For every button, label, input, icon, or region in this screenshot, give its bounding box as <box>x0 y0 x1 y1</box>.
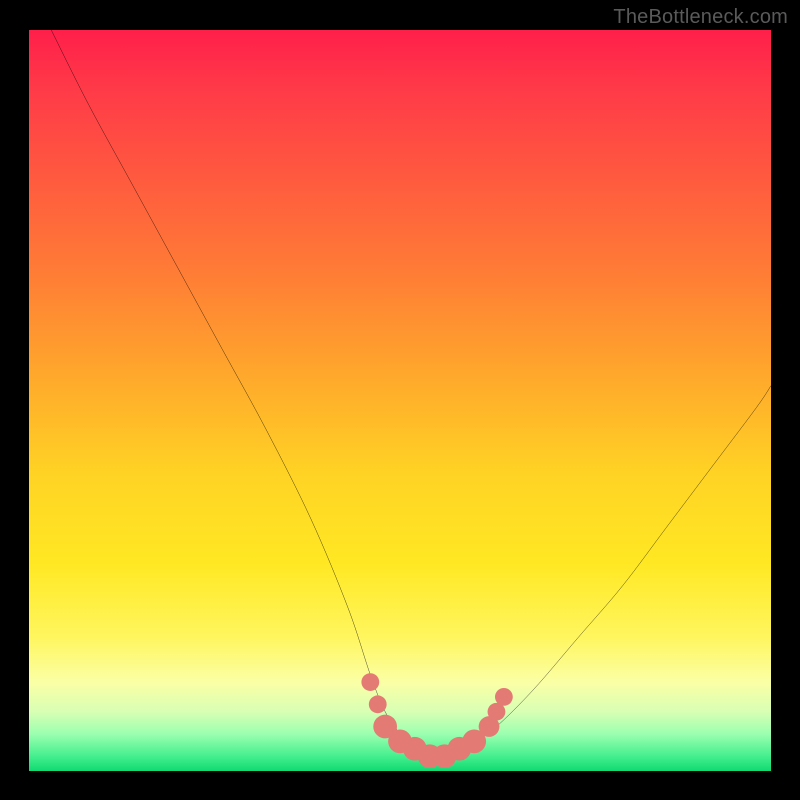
trough-markers <box>361 673 512 768</box>
trough-marker <box>495 688 513 706</box>
chart-frame: TheBottleneck.com <box>0 0 800 800</box>
curve-layer <box>29 30 771 771</box>
trough-marker <box>369 695 387 713</box>
trough-marker <box>361 673 379 691</box>
bottleneck-curve-path <box>51 30 771 757</box>
bottleneck-curve <box>51 30 771 757</box>
attribution-label: TheBottleneck.com <box>613 6 788 29</box>
plot-area <box>29 30 771 771</box>
